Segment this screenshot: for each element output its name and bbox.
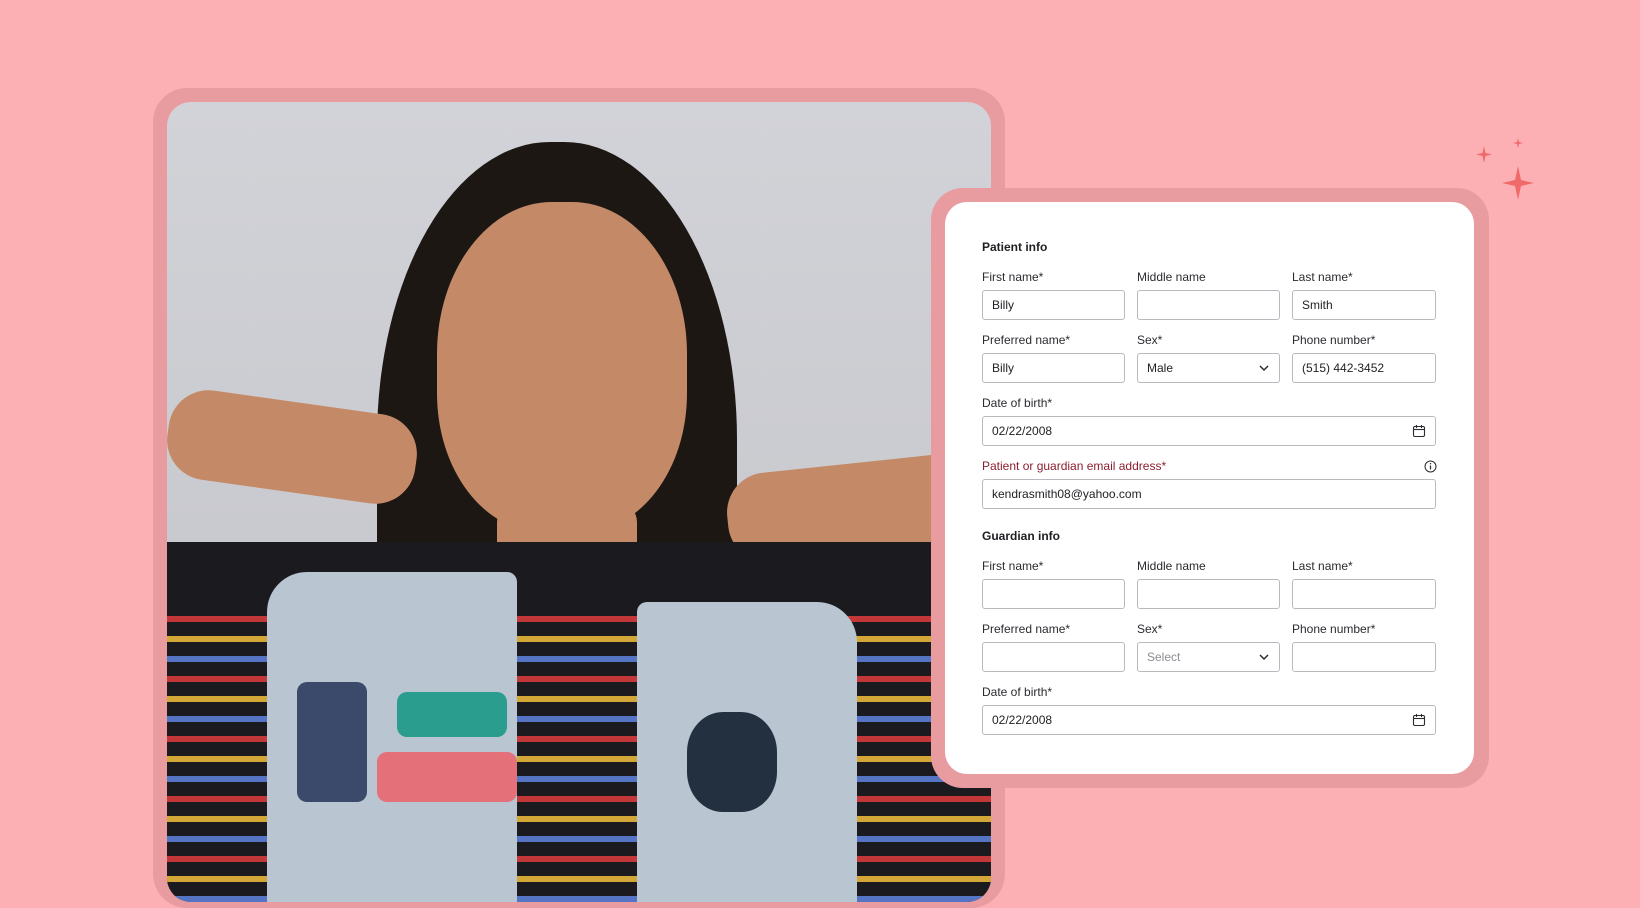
guardian-phone-label: Phone number* bbox=[1292, 622, 1376, 636]
guardian-first-name-label: First name* bbox=[982, 559, 1044, 573]
photo-face bbox=[437, 202, 687, 532]
patient-preferred-name-input[interactable]: Billy bbox=[982, 353, 1125, 383]
guardian-dob-value: 02/22/2008 bbox=[992, 713, 1053, 727]
patient-first-name-label: First name* bbox=[982, 270, 1044, 284]
guardian-dob-label: Date of birth* bbox=[982, 685, 1053, 699]
guardian-first-name-input[interactable] bbox=[982, 579, 1125, 609]
guardian-sex-select[interactable]: Select bbox=[1137, 642, 1280, 672]
guardian-preferred-name-input[interactable] bbox=[982, 642, 1125, 672]
hero-photo bbox=[167, 102, 991, 902]
patient-sex-label: Sex* bbox=[1137, 333, 1163, 347]
patient-middle-name-label: Middle name bbox=[1137, 270, 1206, 284]
patient-phone-input[interactable]: (515) 442-3452 bbox=[1292, 353, 1436, 383]
photo-patch-motel bbox=[377, 752, 517, 802]
chevron-down-icon bbox=[1259, 654, 1269, 661]
patient-info-heading: Patient info bbox=[982, 240, 1048, 254]
patient-email-value: kendrasmith08@yahoo.com bbox=[992, 487, 1142, 501]
info-icon[interactable] bbox=[1424, 460, 1437, 473]
calendar-icon[interactable] bbox=[1412, 424, 1426, 438]
patient-phone-value: (515) 442-3452 bbox=[1302, 361, 1385, 375]
photo-patch-chevron bbox=[297, 682, 367, 802]
patient-first-name-input[interactable]: Billy bbox=[982, 290, 1125, 320]
patient-dob-label: Date of birth* bbox=[982, 396, 1053, 410]
guardian-sex-label: Sex* bbox=[1137, 622, 1163, 636]
chevron-down-icon bbox=[1259, 365, 1269, 372]
photo-patch-badge bbox=[687, 712, 777, 812]
patient-last-name-value: Smith bbox=[1302, 298, 1333, 312]
guardian-phone-input[interactable] bbox=[1292, 642, 1436, 672]
patient-dob-value: 02/22/2008 bbox=[992, 424, 1053, 438]
calendar-icon[interactable] bbox=[1412, 713, 1426, 727]
guardian-middle-name-input[interactable] bbox=[1137, 579, 1280, 609]
patient-phone-label: Phone number* bbox=[1292, 333, 1376, 347]
guardian-preferred-name-label: Preferred name* bbox=[982, 622, 1071, 636]
patient-preferred-name-value: Billy bbox=[992, 361, 1015, 375]
patient-first-name-value: Billy bbox=[992, 298, 1015, 312]
guardian-middle-name-label: Middle name bbox=[1137, 559, 1206, 573]
patient-dob-input[interactable]: 02/22/2008 bbox=[982, 416, 1436, 446]
photo-patch-1994 bbox=[397, 692, 507, 737]
patient-middle-name-input[interactable] bbox=[1137, 290, 1280, 320]
guardian-last-name-input[interactable] bbox=[1292, 579, 1436, 609]
guardian-sex-placeholder: Select bbox=[1147, 650, 1181, 664]
guardian-info-heading: Guardian info bbox=[982, 529, 1060, 543]
patient-sex-select[interactable]: Male bbox=[1137, 353, 1280, 383]
patient-sex-value: Male bbox=[1147, 361, 1174, 375]
patient-last-name-label: Last name* bbox=[1292, 270, 1353, 284]
patient-email-input[interactable]: kendrasmith08@yahoo.com bbox=[982, 479, 1436, 509]
patient-form-card: Patient info First name* Middle name Las… bbox=[945, 202, 1474, 774]
patient-last-name-input[interactable]: Smith bbox=[1292, 290, 1436, 320]
guardian-dob-input[interactable]: 02/22/2008 bbox=[982, 705, 1436, 735]
patient-preferred-name-label: Preferred name* bbox=[982, 333, 1071, 347]
patient-email-label: Patient or guardian email address* bbox=[982, 459, 1167, 473]
guardian-last-name-label: Last name* bbox=[1292, 559, 1353, 573]
